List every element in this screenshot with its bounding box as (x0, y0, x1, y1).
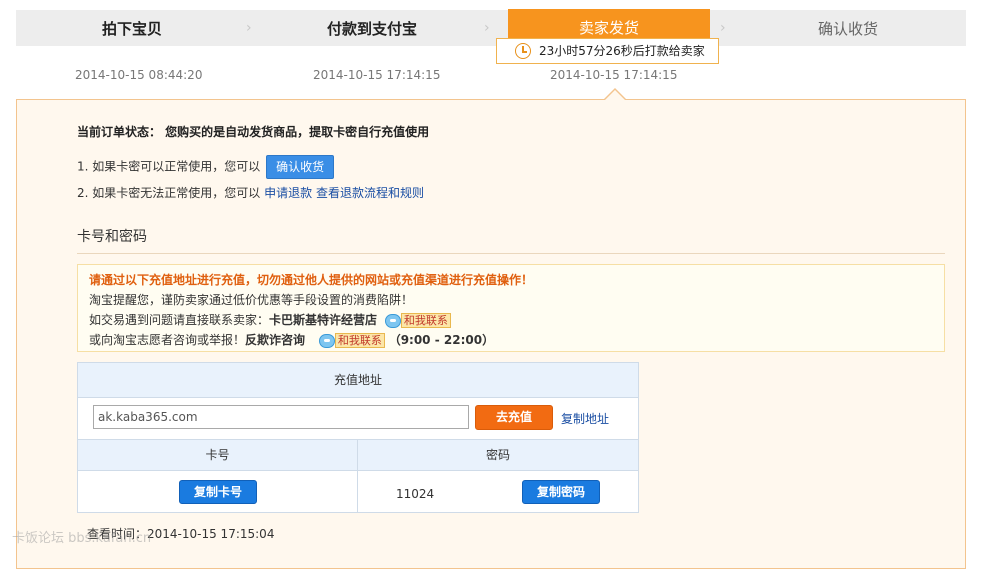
copy-address-link[interactable]: 复制地址 (561, 410, 609, 427)
anti-fraud-prefix: 或向淘宝志愿者咨询或举报！ (89, 333, 246, 347)
security-warning-box: 请通过以下充值地址进行充值，切勿通过他人提供的网站或充值渠道进行充值操作！ 淘宝… (77, 264, 945, 352)
order-status: 当前订单状态： 您购买的是自动发货商品，提取卡密自行充值使用 (77, 125, 430, 139)
seller-contact-prefix: 如交易遇到问题请直接联系卖家： (89, 313, 270, 327)
instruction-line-2: 2. 如果卡密无法正常使用，您可以 申请退款 查看退款流程和规则 (77, 184, 424, 201)
anti-fraud-line: 或向淘宝志愿者咨询或举报！反欺诈咨询 和我联系 （9:00 - 22:00） (89, 331, 494, 348)
wangwang-icon[interactable] (318, 333, 335, 348)
refund-rules-link[interactable]: 查看退款流程和规则 (316, 186, 424, 200)
step-pay-alipay: 付款到支付宝 (326, 20, 417, 38)
copy-card-button[interactable]: 复制卡号 (179, 480, 257, 504)
step-confirm-receipt: 确认收货 (817, 20, 878, 38)
instruction-1-text: 1. 如果卡密可以正常使用，您可以 (77, 159, 261, 174)
go-recharge-button[interactable]: 去充值 (475, 405, 553, 430)
contact-seller-button[interactable]: 和我联系 (400, 313, 451, 328)
clock-icon (515, 43, 531, 59)
card-number-cell: 复制卡号 (78, 471, 358, 512)
chevron-right-icon: › (246, 20, 252, 36)
chevron-right-icon: › (484, 20, 490, 36)
instruction-2-text: 2. 如果卡密无法正常使用，您可以 (77, 186, 261, 200)
step-time-ship: 2014-10-15 17:14:15 (550, 68, 678, 82)
section-title: 卡号和密码 (77, 229, 147, 245)
step-time-pay: 2014-10-15 17:14:15 (313, 68, 441, 82)
password-header: 密码 (485, 448, 510, 462)
seller-name: 卡巴斯基特许经营店 (269, 313, 378, 327)
apply-refund-link[interactable]: 申请退款 (264, 186, 312, 200)
copy-password-button[interactable]: 复制密码 (522, 480, 600, 504)
step-place-order: 拍下宝贝 (101, 20, 162, 38)
contact-volunteer-button[interactable]: 和我联系 (334, 333, 385, 348)
step-time-place-order: 2014-10-15 08:44:20 (75, 68, 203, 82)
divider (77, 253, 945, 254)
card-info-table: 充值地址 去充值 复制地址 卡号 密码 复制卡号 11024 复制密码 (77, 362, 639, 513)
card-table-header: 卡号 密码 (78, 440, 638, 471)
anti-fraud-label: 反欺诈咨询 (245, 333, 306, 347)
card-number-value: 11024 (396, 487, 435, 501)
seller-contact-line: 如交易遇到问题请直接联系卖家：卡巴斯基特许经营店 和我联系 (89, 311, 451, 328)
forum-watermark: 卡饭论坛 bbs.kafan.cn (12, 531, 152, 546)
warning-headline: 请通过以下充值地址进行充值，切勿通过他人提供的网站或充值渠道进行充值操作！ (89, 273, 534, 287)
table-row: 复制卡号 11024 复制密码 (78, 471, 638, 512)
panel-pointer-inner (605, 90, 625, 100)
payment-countdown: 23小时57分26秒后打款给卖家 (496, 38, 719, 64)
card-number-header: 卡号 (78, 440, 358, 470)
wangwang-icon[interactable] (384, 313, 401, 328)
confirm-receipt-button[interactable]: 确认收货 (266, 155, 335, 179)
service-hours: （9:00 - 22:00） (388, 333, 495, 347)
countdown-text: 23小时57分26秒后打款给卖家 (539, 44, 705, 58)
chevron-right-icon: › (720, 20, 726, 36)
recharge-address-field[interactable] (93, 405, 469, 429)
address-row: 去充值 复制地址 (78, 398, 638, 440)
warning-line: 淘宝提醒您，谨防卖家通过低价优惠等手段设置的消费陷阱！ (89, 293, 414, 307)
address-header: 充值地址 (78, 363, 638, 398)
instruction-line-1: 1. 如果卡密可以正常使用，您可以 确认收货 (77, 155, 335, 179)
